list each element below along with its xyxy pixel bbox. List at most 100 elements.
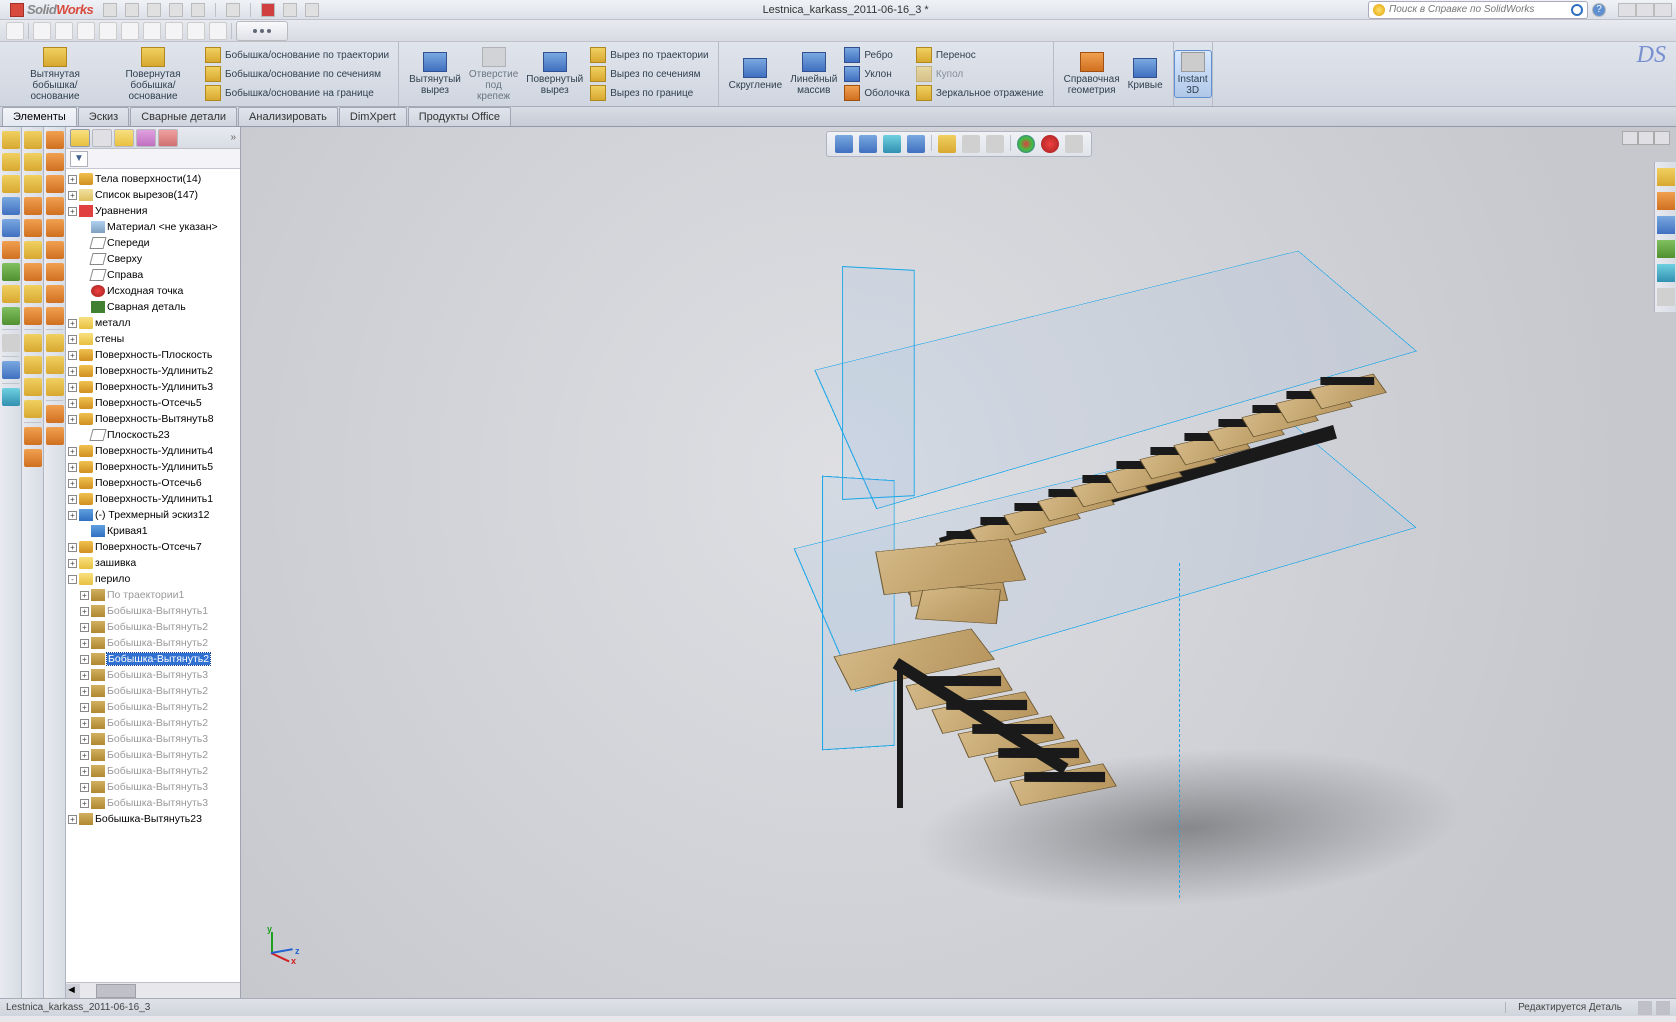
expand-icon[interactable]: + (68, 543, 77, 552)
expand-icon[interactable]: + (68, 367, 77, 376)
tree-node[interactable]: +Поверхность-Удлинить5 (66, 459, 240, 475)
status-icon[interactable] (1638, 1001, 1652, 1015)
mirror-button[interactable]: Зеркальное отражение (913, 84, 1047, 102)
tool-icon[interactable] (24, 449, 42, 467)
tree-node[interactable]: Исходная точка (66, 283, 240, 299)
cube4-icon[interactable] (121, 22, 139, 40)
tool-icon[interactable] (2, 334, 20, 352)
open-icon[interactable] (125, 3, 139, 17)
tree-node[interactable]: +металл (66, 315, 240, 331)
cube8-icon[interactable] (209, 22, 227, 40)
tree-node[interactable]: +Поверхность-Отсечь7 (66, 539, 240, 555)
expand-icon[interactable]: + (80, 703, 89, 712)
tree-tab-property[interactable] (92, 129, 112, 147)
revolve-cut-button[interactable]: Повернутый вырез (522, 50, 587, 98)
tree-node[interactable]: +Бобышка-Вытянуть1 (66, 603, 240, 619)
expand-icon[interactable]: + (68, 351, 77, 360)
tree-node[interactable]: +Бобышка-Вытянуть2 (66, 699, 240, 715)
tree-tab-config[interactable] (114, 129, 134, 147)
tool-icon[interactable] (46, 197, 64, 215)
tree-node[interactable]: +Поверхность-Плоскость (66, 347, 240, 363)
expand-icon[interactable]: + (68, 207, 77, 216)
tool-icon[interactable] (24, 400, 42, 418)
expand-icon[interactable]: + (80, 767, 89, 776)
tree-node[interactable]: +Бобышка-Вытянуть2 (66, 619, 240, 635)
cube3-icon[interactable] (99, 22, 117, 40)
expand-icon[interactable]: + (80, 799, 89, 808)
tool-icon[interactable] (24, 334, 42, 352)
hide-show-icon[interactable] (986, 135, 1004, 153)
tool-icon[interactable] (2, 219, 20, 237)
tool-icon[interactable] (2, 197, 20, 215)
tree-node[interactable]: +Список вырезов(147) (66, 187, 240, 203)
tool-icon[interactable] (2, 285, 20, 303)
tool-icon[interactable] (2, 153, 20, 171)
cube2-icon[interactable] (77, 22, 95, 40)
vp-minimize-button[interactable] (1622, 131, 1638, 145)
expand-icon[interactable]: + (68, 495, 77, 504)
filter-button[interactable]: ▼ (70, 151, 88, 167)
refgeom-button[interactable]: Справочная геометрия (1060, 50, 1124, 98)
help-icon[interactable]: ? (1592, 3, 1606, 17)
tool-icon[interactable] (46, 307, 64, 325)
new-icon[interactable] (103, 3, 117, 17)
expand-icon[interactable]: + (68, 463, 77, 472)
tool-icon[interactable] (2, 361, 20, 379)
taskpane-appear-icon[interactable] (1657, 264, 1675, 282)
tree-tab-dimxpert[interactable] (136, 129, 156, 147)
expand-icon[interactable]: + (68, 511, 77, 520)
tree-node[interactable]: +Поверхность-Удлинить4 (66, 443, 240, 459)
tree-node[interactable]: Материал <не указан> (66, 219, 240, 235)
cmdmgr-tab[interactable]: DimXpert (339, 107, 407, 126)
expand-icon[interactable]: + (80, 751, 89, 760)
tools-icon[interactable] (305, 3, 319, 17)
cmdmgr-tab[interactable]: Элементы (2, 107, 77, 126)
tree-node[interactable]: +Тела поверхности(14) (66, 171, 240, 187)
prev-view-icon[interactable] (883, 135, 901, 153)
hole-wizard-button[interactable]: Отверстие под крепеж (465, 45, 522, 104)
loft-cut-button[interactable]: Вырез по сечениям (587, 65, 711, 83)
expand-icon[interactable]: + (68, 815, 77, 824)
appearance-icon[interactable] (1017, 135, 1035, 153)
boundary-cut-button[interactable]: Вырез по границе (587, 84, 711, 102)
display-style-icon[interactable] (962, 135, 980, 153)
taskpane-home-icon[interactable] (1657, 168, 1675, 186)
vp-close-button[interactable] (1654, 131, 1670, 145)
linear-pattern-button[interactable]: Линейный массив (786, 50, 841, 98)
expand-icon[interactable]: + (80, 671, 89, 680)
tool-icon[interactable] (46, 263, 64, 281)
tool-icon[interactable] (24, 131, 42, 149)
search-input[interactable] (1385, 4, 1571, 15)
tool-icon[interactable] (24, 427, 42, 445)
sweep-boss-button[interactable]: Бобышка/основание по траектории (202, 46, 392, 64)
expand-icon[interactable]: + (80, 735, 89, 744)
tool-icon[interactable] (24, 219, 42, 237)
tool-icon[interactable] (24, 285, 42, 303)
tree-node[interactable]: +Бобышка-Вытянуть2 (66, 635, 240, 651)
orientation-triad[interactable]: y x z (259, 924, 299, 964)
tool-icon[interactable] (46, 405, 64, 423)
tree-node[interactable]: Сварная деталь (66, 299, 240, 315)
tool-icon[interactable] (46, 241, 64, 259)
sweep-cut-button[interactable]: Вырез по траектории (587, 46, 711, 64)
tree-node[interactable]: Справа (66, 267, 240, 283)
cmdmgr-tab[interactable]: Продукты Office (408, 107, 511, 126)
tree-node[interactable]: +Бобышка-Вытянуть2 (66, 715, 240, 731)
loft-boss-button[interactable]: Бобышка/основание по сечениям (202, 65, 392, 83)
tool-icon[interactable] (2, 175, 20, 193)
extrude-cut-button[interactable]: Вытянутый вырез (405, 50, 465, 98)
expand-icon[interactable]: + (68, 335, 77, 344)
section-icon[interactable] (907, 135, 925, 153)
close-button[interactable] (1654, 3, 1672, 17)
iso-icon[interactable] (33, 22, 51, 40)
expand-icon[interactable]: + (80, 639, 89, 648)
cube5-icon[interactable] (143, 22, 161, 40)
options-icon[interactable] (283, 3, 297, 17)
tool-icon[interactable] (46, 427, 64, 445)
tool-icon[interactable] (2, 263, 20, 281)
tool-icon[interactable] (2, 131, 20, 149)
tree-tab-display[interactable] (158, 129, 178, 147)
rib-button[interactable]: Ребро (841, 46, 913, 64)
tree-node[interactable]: Плоскость23 (66, 427, 240, 443)
print-icon[interactable] (169, 3, 183, 17)
